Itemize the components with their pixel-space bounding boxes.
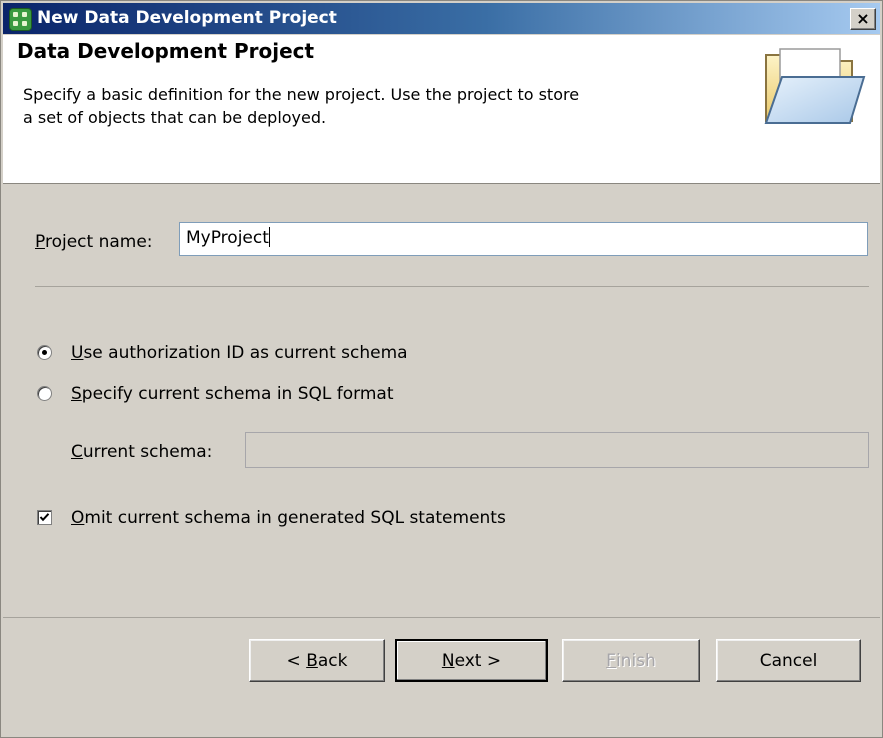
page-title: Data Development Project	[17, 39, 315, 63]
specify-schema-label[interactable]: Specify current schema in SQL format	[71, 384, 393, 404]
window-title: New Data Development Project	[37, 8, 337, 28]
finish-button[interactable]: Finish	[562, 639, 700, 682]
current-schema-label: Current schema:	[71, 442, 213, 462]
project-name-label: Project name:	[35, 232, 153, 252]
cancel-button[interactable]: Cancel	[716, 639, 861, 682]
description-line-1: Specify a basic definition for the new p…	[23, 85, 580, 104]
omit-schema-checkbox[interactable]	[37, 510, 52, 525]
separator	[35, 286, 869, 287]
project-name-input[interactable]: MyProject	[179, 222, 868, 256]
close-button[interactable]: ×	[850, 8, 876, 30]
app-icon	[9, 8, 32, 31]
current-schema-input[interactable]	[245, 432, 869, 468]
description-line-2: a set of objects that can be deployed.	[23, 108, 327, 127]
use-authorization-id-label[interactable]: Use authorization ID as current schema	[71, 343, 408, 363]
title-bar[interactable]: New Data Development Project ×	[3, 3, 880, 34]
page-description: Specify a basic definition for the new p…	[23, 83, 723, 129]
omit-schema-label[interactable]: Omit current schema in generated SQL sta…	[71, 508, 506, 528]
back-button[interactable]: < Back	[249, 639, 385, 682]
checkmark-icon	[39, 513, 50, 522]
use-authorization-id-radio[interactable]	[37, 345, 52, 360]
radio-selected-dot	[42, 350, 47, 355]
button-separator	[3, 617, 880, 618]
open-folder-icon	[764, 48, 866, 124]
new-project-dialog: New Data Development Project × Data Deve…	[0, 0, 883, 738]
close-icon: ×	[856, 9, 870, 28]
text-caret	[268, 227, 270, 247]
specify-schema-radio[interactable]	[37, 386, 52, 401]
next-button[interactable]: Next >	[395, 639, 548, 682]
